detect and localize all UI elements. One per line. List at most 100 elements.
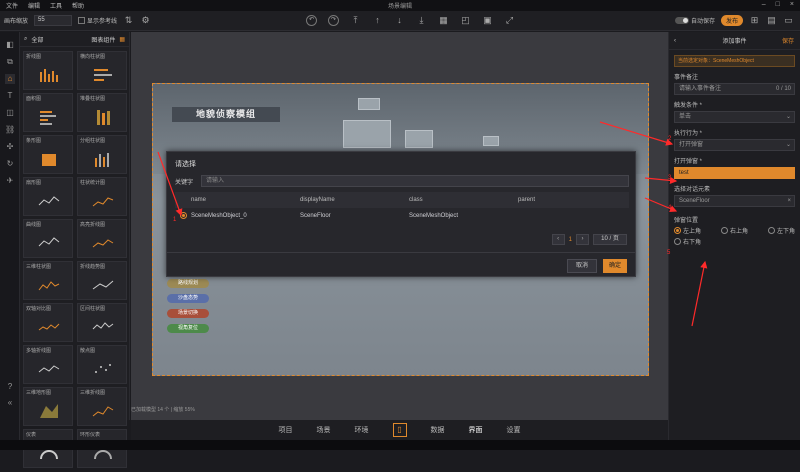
chart-icon[interactable]: ⌂ (5, 74, 15, 84)
link-icon[interactable]: ⛓ (5, 125, 15, 135)
align-up-icon[interactable]: ↑ (372, 15, 383, 26)
help-icon[interactable]: ? (5, 382, 15, 392)
component-icon[interactable]: ◧ (5, 40, 15, 50)
library-card[interactable]: 高亮折线图 (77, 219, 127, 258)
menu-edit[interactable]: 编辑 (28, 1, 40, 10)
panel-icon[interactable]: ▤ (766, 15, 777, 26)
library-card[interactable]: 三维折线图 (77, 387, 127, 426)
layout-icon[interactable]: ⊞ (749, 15, 760, 26)
library-card[interactable]: 散点图 (77, 345, 127, 384)
image-icon[interactable]: ▣ (482, 15, 493, 26)
card-label: 散点图 (80, 348, 96, 354)
library-card[interactable]: 双轴对比图 (23, 303, 73, 342)
text-icon[interactable]: T (5, 91, 15, 101)
library-grid: 折线图 横向柱状图 面积图 堆叠柱状图 条形图 分组柱状图 扇形图 柱状统计图 … (20, 47, 129, 472)
menu-file[interactable]: 文件 (6, 1, 18, 10)
autosave-toggle[interactable]: 自动保存 (674, 16, 715, 25)
popup-select[interactable]: test (674, 167, 795, 179)
prev-page-icon[interactable]: ‹ (551, 234, 565, 245)
library-card[interactable]: 折线图 (23, 51, 73, 90)
guides-checkbox[interactable]: 显示参考线 (78, 16, 117, 25)
library-card[interactable]: 曲线图 (23, 219, 73, 258)
toggle-knob (674, 17, 689, 24)
save-button[interactable]: 保存 (782, 36, 794, 45)
library-card[interactable]: 折线趋势图 (77, 261, 127, 300)
trigger-select[interactable]: 单击 ⌄ (674, 111, 795, 123)
library-card[interactable]: 三维地形图 (23, 387, 73, 426)
undo-icon[interactable]: ↶ (306, 15, 317, 26)
guides-label: 显示参考线 (87, 19, 118, 25)
library-card[interactable]: 条形图 (23, 135, 73, 174)
nav-settings[interactable]: 设置 (507, 425, 521, 435)
zoom-input[interactable]: 55 (34, 15, 73, 26)
library-card[interactable]: 横向柱状图 (77, 51, 127, 90)
expand-icon[interactable]: ⤢ (504, 15, 515, 26)
library-card[interactable]: 柱状统计图 (77, 177, 127, 216)
card-label: 扇形图 (26, 180, 42, 186)
action-select[interactable]: 打开弹窗 ⌄ (674, 139, 795, 151)
current-page[interactable]: 1 (569, 237, 572, 243)
library-card[interactable]: 三维柱状图 (23, 261, 73, 300)
minimize-icon[interactable]: – (762, 1, 766, 8)
gear-icon[interactable]: ⚙ (140, 15, 151, 26)
next-page-icon[interactable]: › (576, 234, 589, 245)
align-top-icon[interactable]: ⤒ (350, 15, 361, 26)
element-select[interactable]: SceneFloor × (674, 195, 795, 207)
library-card[interactable]: 分组柱状图 (77, 135, 127, 174)
radio-top-right[interactable]: 右上角 (720, 226, 748, 235)
keyword-search-input[interactable]: 请输入 (201, 175, 629, 187)
align-bottom-icon[interactable]: ⤓ (416, 15, 427, 26)
nav-environment[interactable]: 环境 (355, 425, 369, 435)
nav-data[interactable]: 数据 (431, 425, 445, 435)
book-icon[interactable]: ▯ (392, 423, 407, 437)
library-card[interactable]: 扇形图 (23, 177, 73, 216)
radio-bottom-right[interactable]: 右下角 (674, 237, 701, 246)
element-label: 选择对话元素 (674, 187, 711, 193)
sync-icon[interactable]: ↻ (5, 159, 15, 169)
save-icon[interactable]: ▭ (783, 15, 794, 26)
close-icon[interactable]: × (790, 1, 794, 8)
library-tab-charts[interactable]: 图表组件 (91, 35, 115, 44)
highlight-line-icon (92, 239, 114, 248)
redo-icon[interactable]: ↷ (328, 15, 339, 26)
library-card[interactable]: 面积图 (23, 93, 73, 132)
swap-icon[interactable]: ⇅ (123, 15, 134, 26)
align-down-icon[interactable]: ↓ (394, 15, 405, 26)
library-search-icon[interactable]: ⌕ (24, 36, 27, 43)
maximize-icon[interactable]: □ (776, 1, 780, 8)
scene-button-reset[interactable]: 视角复位 (167, 324, 209, 333)
library-card[interactable]: 多轴折线图 (23, 345, 73, 384)
event-note-input[interactable]: 请输入事件备注 0 / 10 (674, 83, 795, 95)
nav-interface[interactable]: 界面 (469, 425, 483, 435)
layers-icon[interactable]: ⧉ (5, 57, 15, 67)
grid-view-icon[interactable]: ▦ (119, 36, 129, 43)
crop-icon[interactable]: ◰ (460, 15, 471, 26)
row-radio[interactable] (180, 211, 187, 219)
back-icon[interactable]: ‹ (674, 38, 676, 44)
radio-bottom-left[interactable]: 左下角 (767, 226, 795, 235)
scene-button-sandtable[interactable]: 沙盘态势 (167, 294, 209, 303)
page-size-select[interactable]: 10 / 页 (593, 234, 627, 245)
card-label: 分组柱状图 (80, 138, 106, 144)
confirm-button[interactable]: 确定 (602, 259, 627, 273)
library-card[interactable]: 堆叠柱状图 (77, 93, 127, 132)
nav-project[interactable]: 项目 (279, 425, 293, 435)
scene-button-route[interactable]: 路线规划 (167, 279, 209, 288)
cancel-button[interactable]: 取消 (566, 259, 597, 273)
menu-help[interactable]: 帮助 (72, 1, 84, 10)
library-card[interactable]: 区间柱状图 (77, 303, 127, 342)
widget-icon[interactable]: ✣ (5, 142, 15, 152)
library-tab-all[interactable]: 全部 (31, 35, 43, 44)
clear-icon[interactable]: × (787, 196, 791, 206)
card-label: 环形仪表 (80, 432, 101, 438)
menu-tools[interactable]: 工具 (50, 1, 62, 10)
plane-icon[interactable]: ✈ (5, 176, 15, 186)
scene-button-switch[interactable]: 场景切换 (167, 309, 209, 318)
media-icon[interactable]: ◫ (5, 108, 15, 118)
grid-icon[interactable]: ▦ (438, 15, 449, 26)
nav-scene[interactable]: 场景 (317, 425, 331, 435)
collapse-icon[interactable]: « (5, 398, 15, 408)
publish-button[interactable]: 发布 (720, 15, 743, 26)
table-row[interactable]: SceneMeshObject_0 SceneFloor SceneMeshOb… (175, 208, 629, 224)
radio-top-left[interactable]: 左上角 (674, 226, 701, 235)
